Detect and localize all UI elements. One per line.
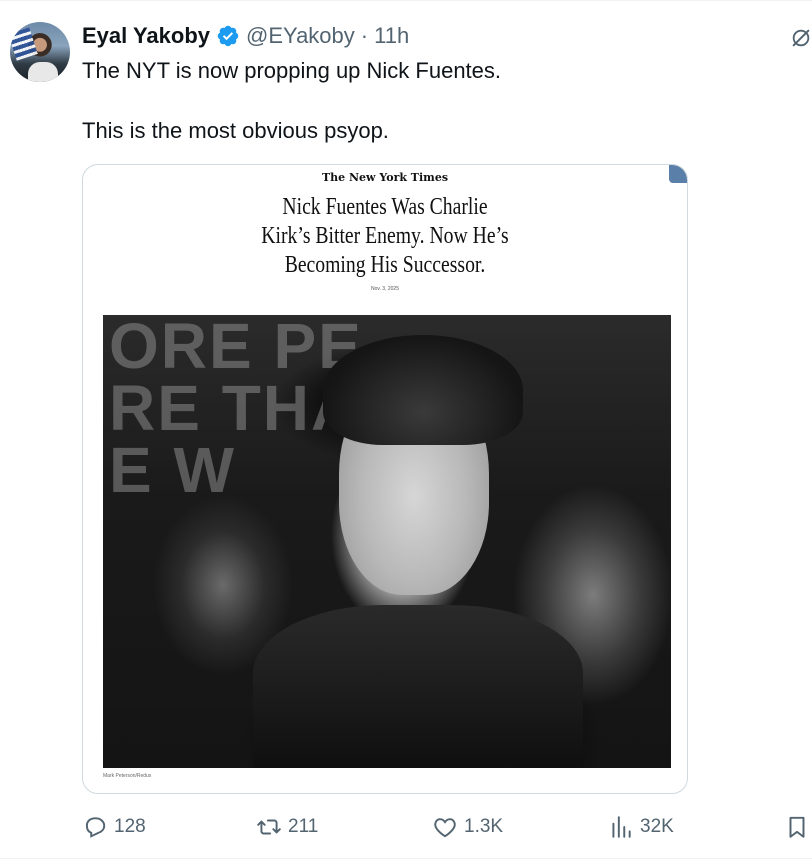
reply-icon xyxy=(85,817,106,838)
tweet-time[interactable]: 11h xyxy=(374,23,409,49)
repost-icon xyxy=(257,819,281,835)
views-button[interactable]: 32K xyxy=(608,814,674,840)
avatar[interactable] xyxy=(10,22,70,82)
headline-line-1: Nick Fuentes Was Charlie xyxy=(282,194,488,220)
grok-icon[interactable] xyxy=(790,27,812,49)
top-divider xyxy=(0,0,812,1)
repost-count: 211 xyxy=(288,816,319,837)
author-name[interactable]: Eyal Yakoby xyxy=(82,23,210,49)
article-headline: Nick Fuentes Was Charlie Kirk’s Bitter E… xyxy=(137,193,632,280)
tweet-text-line-2: This is the most obvious psyop. xyxy=(82,118,389,143)
bottom-divider xyxy=(0,858,812,859)
photo-credit: Mark Peterson/Redux xyxy=(103,773,152,779)
like-icon xyxy=(434,818,456,838)
photo-subject-jacket xyxy=(253,605,583,768)
headline-line-3: Becoming His Successor. xyxy=(284,252,486,278)
reply-button[interactable]: 128 xyxy=(82,814,146,840)
verified-badge-icon xyxy=(217,25,239,47)
bookmark-button[interactable] xyxy=(784,814,810,840)
avatar-shirt xyxy=(28,62,58,82)
nyt-logo: The New York Times xyxy=(321,171,449,184)
reply-count: 128 xyxy=(114,816,146,837)
tweet-media-image[interactable]: The New York Times Nick Fuentes Was Char… xyxy=(82,164,688,794)
photo-subject-hair xyxy=(323,335,523,445)
tweet-text-line-1: The NYT is now propping up Nick Fuentes. xyxy=(82,58,502,83)
tweet-header: Eyal Yakoby @EYakoby · 11h xyxy=(82,22,409,50)
article-date: Nov. 3, 2025 xyxy=(371,286,399,292)
headline-line-2: Kirk’s Bitter Enemy. Now He’s xyxy=(261,223,509,249)
share-tag xyxy=(669,165,687,183)
avatar-flag xyxy=(10,27,38,61)
like-count: 1.3K xyxy=(464,816,504,837)
like-button[interactable]: 1.3K xyxy=(432,814,503,840)
header-separator: · xyxy=(360,23,369,48)
author-handle[interactable]: @EYakoby xyxy=(246,23,355,49)
views-count: 32K xyxy=(640,816,674,837)
repost-button[interactable]: 211 xyxy=(256,814,318,840)
article-photo: ORE PE RE THA E W xyxy=(103,315,671,768)
views-icon xyxy=(612,816,631,838)
bookmark-icon xyxy=(789,816,805,838)
